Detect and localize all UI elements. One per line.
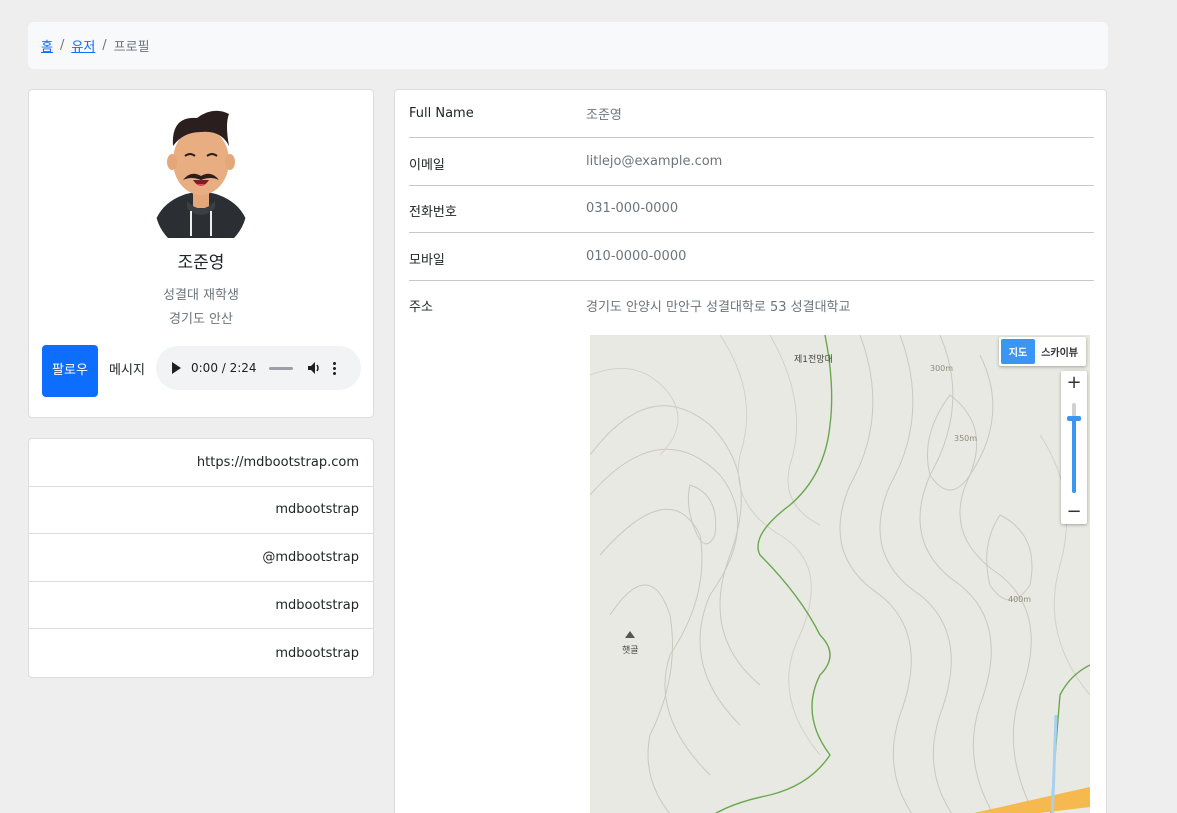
map-label-peak: 제1전망대: [794, 355, 833, 365]
audio-time: 0:00 / 2:24: [191, 361, 257, 375]
breadcrumb-separator: /: [102, 38, 107, 53]
fullname-label: Full Name: [409, 106, 474, 121]
map-type-toggle: 지도 스카이뷰: [998, 337, 1086, 366]
link-twitter[interactable]: @mdbootstrap: [29, 534, 373, 582]
link-instagram[interactable]: mdbootstrap: [29, 582, 373, 630]
phone-label: 전화번호: [409, 205, 457, 220]
breadcrumb-users-link[interactable]: 유저: [71, 36, 95, 55]
follow-button[interactable]: 팔로우: [42, 345, 98, 397]
info-row-address: 주소 경기도 안양시 만안구 성결대학로 53 성결대학교: [409, 280, 1094, 328]
breadcrumb-current: 프로필: [113, 40, 150, 55]
play-icon[interactable]: [172, 362, 181, 374]
link-facebook[interactable]: mdbootstrap: [29, 629, 373, 677]
email-label: 이메일: [409, 158, 445, 173]
map-type-sky-button[interactable]: 스카이뷰: [1035, 339, 1084, 364]
info-row-email: 이메일 litlejo@example.com: [409, 138, 1094, 186]
mobile-label: 모바일: [409, 253, 445, 268]
fullname-value: 조준영: [586, 108, 622, 123]
more-options-icon[interactable]: [332, 361, 336, 375]
info-row-phone: 전화번호 031-000-0000: [409, 185, 1094, 233]
map-label-contour-350: 350m: [954, 434, 978, 443]
profile-subtitle: 성결대 재학생: [163, 288, 239, 303]
profile-card: 조준영 성결대 재학생 경기도 안산 팔로우 메시지 0:00 / 2:24: [28, 89, 374, 418]
avatar: [155, 110, 247, 238]
phone-value: 031-000-0000: [586, 201, 679, 216]
info-card: Full Name 조준영 이메일 litlejo@example.com 전화…: [394, 89, 1107, 813]
map[interactable]: 제1전망대 300m 350m 400m 햇골 지도 스카이뷰 + −: [590, 335, 1090, 813]
link-website[interactable]: https://mdbootstrap.com: [29, 439, 373, 487]
profile-location: 경기도 안산: [169, 312, 233, 327]
audio-progress-slider[interactable]: [268, 366, 293, 370]
address-label: 주소: [409, 300, 433, 315]
link-github[interactable]: mdbootstrap: [29, 487, 373, 535]
info-row-mobile: 모바일 010-0000-0000: [409, 233, 1094, 281]
map-type-map-button[interactable]: 지도: [1000, 339, 1036, 364]
mobile-value: 010-0000-0000: [586, 249, 687, 264]
message-button[interactable]: 메시지: [106, 345, 148, 397]
profile-name: 조준영: [177, 253, 225, 273]
map-label-contour-300: 300m: [930, 364, 954, 373]
map-label-valley: 햇골: [622, 646, 639, 656]
zoom-control: + −: [1061, 371, 1087, 524]
zoom-out-button[interactable]: −: [1061, 501, 1087, 522]
map-label-contour-400: 400m: [1008, 595, 1032, 604]
address-value: 경기도 안양시 만안구 성결대학로 53 성결대학교: [586, 300, 851, 315]
info-row-fullname: Full Name 조준영: [409, 90, 1094, 138]
zoom-in-button[interactable]: +: [1061, 372, 1087, 393]
map-terrain: [590, 335, 1090, 813]
zoom-level-fill: [1072, 419, 1076, 493]
breadcrumb: 홈 / 유저 / 프로필: [28, 22, 1108, 69]
volume-icon[interactable]: [307, 361, 321, 375]
links-card: https://mdbootstrap.com mdbootstrap @mdb…: [28, 438, 374, 678]
email-value: litlejo@example.com: [586, 154, 723, 169]
breadcrumb-home-link[interactable]: 홈: [41, 36, 53, 55]
audio-player: 0:00 / 2:24: [156, 346, 361, 390]
zoom-slider-handle[interactable]: [1067, 416, 1081, 421]
breadcrumb-separator: /: [59, 38, 65, 53]
